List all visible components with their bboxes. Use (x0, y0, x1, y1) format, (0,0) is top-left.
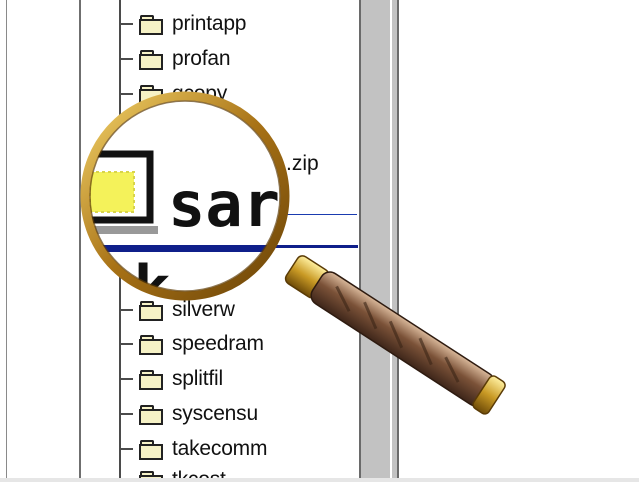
tree-item-profan[interactable]: profan (119, 44, 231, 74)
tree-item-label: speedram (172, 332, 264, 355)
file-list-pane[interactable] (402, 0, 639, 478)
tree-item-silverw[interactable]: silverw (119, 295, 235, 325)
tree-connector (119, 343, 133, 345)
pane-splitter[interactable] (359, 0, 399, 478)
tree-item-takecomm[interactable]: takecomm (119, 434, 267, 464)
tree-item-label: printapp (172, 12, 247, 35)
zip-filename-fragment: .zip (286, 152, 319, 175)
tree-connector (119, 58, 133, 60)
tree-guide-line (79, 0, 81, 478)
folder-icon (139, 50, 163, 70)
selection-highlight-bottom (268, 245, 358, 248)
selection-highlight-top (283, 214, 357, 215)
tree-connector (119, 23, 133, 25)
tree-item-label: takecomm (172, 437, 268, 460)
tree-item-label: silverw (172, 298, 235, 321)
tree-item-label: tkcost (172, 468, 226, 478)
tree-item-label: profan (172, 47, 231, 70)
tree-connector (119, 378, 133, 380)
folder-tree-pane[interactable]: printapp profan qcopy silverw speedram s… (7, 0, 359, 478)
tree-connector (119, 309, 133, 311)
folder-icon (139, 85, 163, 105)
folder-icon (139, 301, 163, 321)
tree-connector (119, 448, 133, 450)
folder-icon (139, 335, 163, 355)
tree-item-syscensu[interactable]: syscensu (119, 399, 258, 429)
tree-item-splitfil[interactable]: splitfil (119, 364, 223, 394)
folder-icon (139, 15, 163, 35)
tree-item-tkcost[interactable]: tkcost (119, 465, 226, 478)
tree-connector (119, 93, 133, 95)
tree-connector (119, 413, 133, 415)
folder-icon (139, 370, 163, 390)
tree-item-printapp[interactable]: printapp (119, 9, 246, 39)
tree-item-label: splitfil (172, 367, 223, 390)
tree-item-qcopy[interactable]: qcopy (119, 79, 227, 109)
splitter-highlight (390, 0, 392, 478)
folder-icon (139, 471, 163, 478)
tree-item-speedram[interactable]: speedram (119, 329, 264, 359)
folder-icon (139, 440, 163, 460)
window-bottom-border (0, 478, 639, 482)
tree-item-label: syscensu (172, 402, 258, 425)
folder-icon (139, 405, 163, 425)
tree-item-label: qcopy (172, 82, 228, 105)
